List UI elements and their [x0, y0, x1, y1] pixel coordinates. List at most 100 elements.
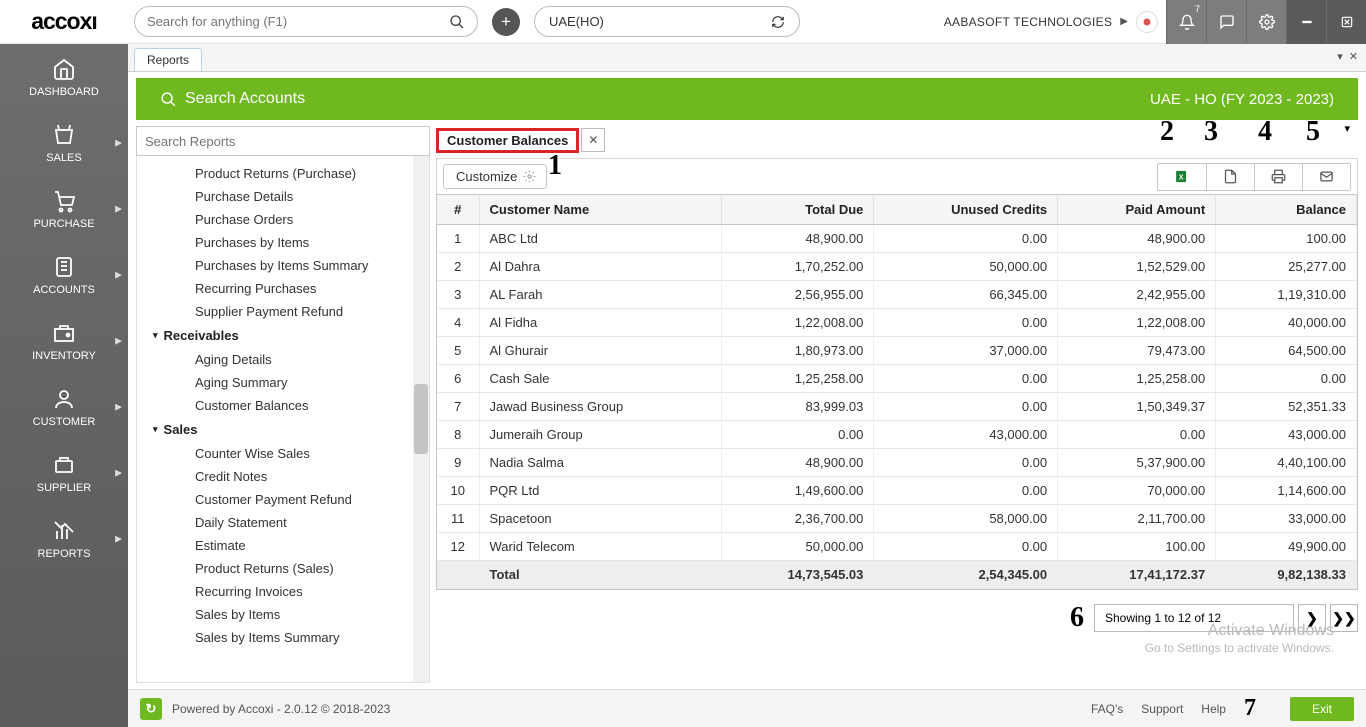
col-header[interactable]: Paid Amount	[1058, 195, 1216, 225]
table-total-row: Total14,73,545.032,54,345.0017,41,172.37…	[437, 561, 1357, 589]
pager-last-button[interactable]: ❯❯	[1330, 604, 1358, 632]
nav-item-accounts[interactable]: ACCOUNTS▶	[0, 242, 128, 308]
module-tab-reports[interactable]: Reports	[134, 48, 202, 71]
cell-index: 12	[437, 533, 479, 561]
footer-help-link[interactable]: Help	[1201, 702, 1226, 716]
tree-item[interactable]: Sales by Items Summary	[137, 626, 429, 649]
report-tab-customer-balances[interactable]: Customer Balances	[436, 128, 579, 153]
nav-item-inventory[interactable]: INVENTORY▶	[0, 308, 128, 374]
chat-button[interactable]	[1206, 0, 1246, 44]
table-row[interactable]: 8Jumeraih Group0.0043,000.000.0043,000.0…	[437, 421, 1357, 449]
table-row[interactable]: 10PQR Ltd1,49,600.000.0070,000.001,14,60…	[437, 477, 1357, 505]
footer-faqs-link[interactable]: FAQ's	[1091, 702, 1123, 716]
minimize-button[interactable]	[1286, 0, 1326, 44]
tree-item[interactable]: Aging Summary	[137, 371, 429, 394]
col-header[interactable]: #	[437, 195, 479, 225]
email-button[interactable]	[1302, 164, 1350, 190]
col-header[interactable]: Total Due	[722, 195, 874, 225]
avatar[interactable]	[1136, 11, 1158, 33]
nav-item-dashboard[interactable]: DASHBOARD	[0, 44, 128, 110]
tree-item[interactable]: Counter Wise Sales	[137, 442, 429, 465]
nav-item-customer[interactable]: CUSTOMER▶	[0, 374, 128, 440]
table-row[interactable]: 12Warid Telecom50,000.000.00100.0049,900…	[437, 533, 1357, 561]
close-window-button[interactable]	[1326, 0, 1366, 44]
company-name[interactable]: AABASOFT TECHNOLOGIES	[944, 15, 1113, 29]
scrollbar[interactable]	[413, 156, 429, 682]
table-row[interactable]: 1ABC Ltd48,900.000.0048,900.00100.00	[437, 225, 1357, 253]
scrollbar-thumb[interactable]	[414, 384, 428, 454]
report-search[interactable]	[136, 126, 430, 156]
report-panel: Customer Balances ✕ 1 2 3 4 5 ▾ Customiz…	[436, 126, 1358, 683]
exit-button[interactable]: Exit	[1290, 697, 1354, 721]
tree-item[interactable]: Purchase Details	[137, 185, 429, 208]
banner-title[interactable]: Search Accounts	[185, 90, 305, 108]
watermark-line2: Go to Settings to activate Windows.	[1145, 641, 1334, 657]
nav-label: INVENTORY	[32, 350, 96, 362]
close-icon[interactable]: ✕	[1349, 50, 1358, 63]
print-button[interactable]	[1254, 164, 1302, 190]
chevron-right-icon[interactable]: ▶	[1120, 16, 1128, 27]
report-search-input[interactable]	[145, 134, 421, 149]
col-header[interactable]: Unused Credits	[874, 195, 1058, 225]
total-unused: 2,54,345.00	[874, 561, 1058, 589]
export-pdf-button[interactable]	[1206, 164, 1254, 190]
caret-down-icon[interactable]: ▾	[1337, 50, 1343, 63]
table-row[interactable]: 3AL Farah2,56,955.0066,345.002,42,955.00…	[437, 281, 1357, 309]
nav-item-reports[interactable]: REPORTS▶	[0, 506, 128, 572]
nav-item-purchase[interactable]: PURCHASE▶	[0, 176, 128, 242]
pager-next-button[interactable]: ❯	[1298, 604, 1326, 632]
notification-badge: 7	[1195, 4, 1200, 14]
caret-down-icon[interactable]: ▾	[1344, 122, 1350, 135]
tree-item[interactable]: Customer Balances	[137, 394, 429, 417]
table-row[interactable]: 5Al Ghurair1,80,973.0037,000.0079,473.00…	[437, 337, 1357, 365]
tree-item[interactable]: Supplier Payment Refund	[137, 300, 429, 323]
tree-item[interactable]: Aging Details	[137, 348, 429, 371]
cell-name: Jumeraih Group	[479, 421, 722, 449]
report-tab-close[interactable]: ✕	[581, 128, 605, 152]
global-search[interactable]	[134, 6, 478, 37]
col-header[interactable]: Balance	[1216, 195, 1357, 225]
report-tree[interactable]: Product Returns (Purchase)Purchase Detai…	[136, 156, 430, 683]
settings-button[interactable]	[1246, 0, 1286, 44]
cell-index: 6	[437, 365, 479, 393]
search-icon[interactable]	[449, 14, 465, 30]
cell-paid: 48,900.00	[1058, 225, 1216, 253]
tree-item[interactable]: Daily Statement	[137, 511, 429, 534]
inventory-icon	[52, 321, 76, 345]
notifications-button[interactable]: 7	[1166, 0, 1206, 44]
refresh-icon[interactable]	[771, 15, 785, 29]
tree-item[interactable]: Product Returns (Purchase)	[137, 162, 429, 185]
supplier-icon	[52, 453, 76, 477]
tree-item[interactable]: Recurring Invoices	[137, 580, 429, 603]
tree-section[interactable]: ▾Sales	[137, 417, 429, 442]
cell-name: Cash Sale	[479, 365, 722, 393]
org-selector[interactable]: UAE(HO)	[534, 6, 800, 37]
quick-add-button[interactable]: +	[492, 8, 520, 36]
tree-item[interactable]: Sales by Items	[137, 603, 429, 626]
nav-item-sales[interactable]: SALES▶	[0, 110, 128, 176]
col-header[interactable]: Customer Name	[479, 195, 722, 225]
table-row[interactable]: 2Al Dahra1,70,252.0050,000.001,52,529.00…	[437, 253, 1357, 281]
tree-item[interactable]: Purchases by Items Summary	[137, 254, 429, 277]
table-row[interactable]: 4Al Fidha1,22,008.000.001,22,008.0040,00…	[437, 309, 1357, 337]
module-tabstrip: Reports ▾ ✕	[128, 44, 1366, 72]
tree-section[interactable]: ▾Receivables	[137, 323, 429, 348]
table-row[interactable]: 11Spacetoon2,36,700.0058,000.002,11,700.…	[437, 505, 1357, 533]
tree-item[interactable]: Purchase Orders	[137, 208, 429, 231]
table-row[interactable]: 7Jawad Business Group83,999.030.001,50,3…	[437, 393, 1357, 421]
tree-item[interactable]: Credit Notes	[137, 465, 429, 488]
tree-item[interactable]: Purchases by Items	[137, 231, 429, 254]
customize-button[interactable]: Customize	[443, 164, 547, 189]
footer-support-link[interactable]: Support	[1141, 702, 1183, 716]
global-search-input[interactable]	[147, 14, 449, 29]
tree-item[interactable]: Product Returns (Sales)	[137, 557, 429, 580]
table-row[interactable]: 9Nadia Salma48,900.000.005,37,900.004,40…	[437, 449, 1357, 477]
tree-item[interactable]: Customer Payment Refund	[137, 488, 429, 511]
tree-item[interactable]: Recurring Purchases	[137, 277, 429, 300]
tree-item[interactable]: Estimate	[137, 534, 429, 557]
table-row[interactable]: 6Cash Sale1,25,258.000.001,25,258.000.00	[437, 365, 1357, 393]
nav-item-supplier[interactable]: SUPPLIER▶	[0, 440, 128, 506]
export-excel-button[interactable]: X	[1158, 164, 1206, 190]
cell-name: Al Ghurair	[479, 337, 722, 365]
cell-due: 83,999.03	[722, 393, 874, 421]
